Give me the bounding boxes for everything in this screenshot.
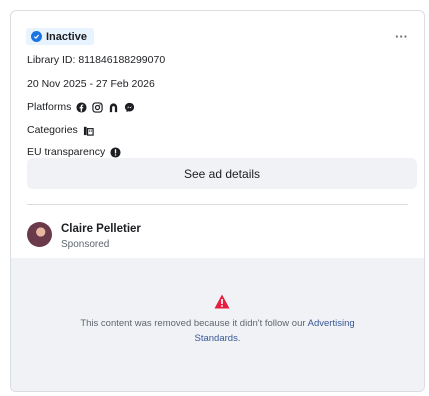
info-icon[interactable]	[110, 146, 121, 158]
eu-transparency-label: EU transparency	[27, 146, 106, 158]
ad-card: Inactive ··· Library ID: 811846188299070…	[10, 10, 425, 392]
divider	[27, 204, 408, 205]
audience-network-icon	[108, 102, 119, 113]
categories-label: Categories	[27, 124, 78, 136]
ad-card-header: Inactive ··· Library ID: 811846188299070…	[11, 11, 424, 211]
more-options-button[interactable]: ···	[395, 30, 408, 43]
removed-message-end: .	[237, 333, 241, 344]
category-icon	[83, 125, 94, 136]
platforms-label: Platforms	[27, 101, 72, 113]
removed-message: This content was removed because it didn…	[51, 316, 384, 346]
messenger-icon	[124, 102, 135, 113]
status-badge: Inactive	[26, 28, 94, 45]
check-circle-icon	[31, 31, 42, 42]
avatar[interactable]	[27, 222, 52, 247]
library-id: Library ID: 811846188299070	[27, 54, 165, 66]
date-range: 20 Nov 2025 - 27 Feb 2026	[27, 78, 155, 90]
eu-transparency-row[interactable]: EU transparency	[27, 146, 121, 158]
categories-row: Categories	[27, 124, 94, 136]
platforms-row: Platforms	[27, 101, 135, 113]
date-range-text: 20 Nov 2025 - 27 Feb 2026	[27, 78, 155, 90]
instagram-icon	[92, 101, 104, 113]
removed-content-panel: This content was removed because it didn…	[11, 258, 424, 391]
library-id-text: Library ID: 811846188299070	[27, 54, 166, 66]
removed-message-text: This content was removed because it didn…	[80, 318, 308, 329]
see-ad-details-button[interactable]: See ad details	[27, 158, 417, 189]
advertiser-name[interactable]: Claire Pelletier	[61, 223, 141, 235]
warning-icon	[214, 294, 230, 309]
facebook-icon	[76, 101, 87, 113]
advertising-standards-link-2[interactable]: Standards	[195, 333, 238, 344]
sponsored-label: Sponsored	[61, 239, 110, 250]
status-label: Inactive	[46, 30, 87, 43]
advertising-standards-link[interactable]: Advertising	[308, 318, 355, 329]
